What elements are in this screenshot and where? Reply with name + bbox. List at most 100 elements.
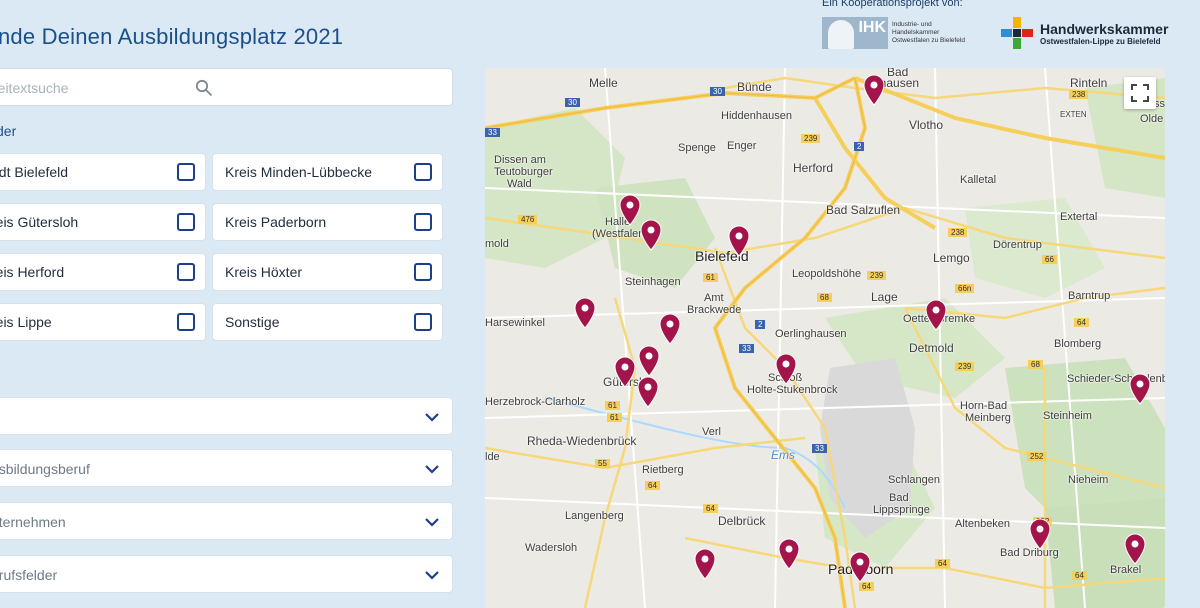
map-city-label: Detmold — [909, 341, 954, 355]
region-checkbox[interactable] — [177, 263, 195, 281]
dropdown-label: erufsfelder — [0, 567, 58, 583]
road-shield: 68 — [817, 293, 832, 302]
region-checkbox[interactable] — [414, 213, 432, 231]
map-marker-icon[interactable] — [637, 345, 661, 377]
region-kreis-lippe[interactable]: reis Lippe — [0, 303, 206, 341]
map-city-label: Blomberg — [1054, 338, 1102, 350]
map-marker-icon[interactable] — [777, 538, 801, 570]
hwk-emblem-icon — [1000, 16, 1034, 50]
map-city-label: lde — [485, 451, 500, 463]
map-city-label: Bad — [889, 492, 909, 504]
ihk-subtitle: Industrie- und Handelskammer Ostwestfale… — [892, 21, 965, 44]
fullscreen-button[interactable] — [1124, 77, 1156, 109]
dropdown-ort[interactable]: rt — [0, 397, 453, 435]
page-title: nde Deinen Ausbildungsplatz 2021 — [0, 24, 344, 49]
region-checkbox[interactable] — [414, 313, 432, 331]
map-city-label: Verl — [702, 426, 721, 438]
map-city-label: Bad Salzuflen — [826, 203, 901, 217]
hwk-subtitle: Ostwestfalen-Lippe zu Bielefeld — [1040, 36, 1161, 46]
region-section-label: der — [0, 123, 17, 139]
map-city-label: EXTEN — [1060, 110, 1087, 119]
hwk-name: Handwerkskammer — [1040, 20, 1169, 37]
search-input[interactable] — [0, 69, 195, 107]
map-marker-icon[interactable] — [924, 299, 948, 331]
chevron-down-icon[interactable] — [424, 515, 440, 533]
ihk-logo-text: IHK — [858, 19, 886, 36]
chevron-down-icon[interactable] — [424, 462, 440, 480]
fullscreen-icon — [1131, 84, 1149, 102]
map-city-label: Dörentrup — [993, 239, 1042, 251]
map-marker-icon[interactable] — [1128, 373, 1152, 405]
region-kreis-hoexter[interactable]: Kreis Höxter — [212, 253, 443, 291]
road-shield: 252 — [1027, 452, 1047, 461]
road-shield: 2 — [854, 142, 865, 151]
region-checkbox[interactable] — [177, 313, 195, 331]
region-label: reis Herford — [0, 264, 65, 280]
map-city-label: Brackwede — [687, 304, 742, 316]
map-city-label: Horn-Bad — [960, 400, 1008, 412]
region-kreis-guetersloh[interactable]: reis Gütersloh — [0, 203, 206, 241]
map-marker-icon[interactable] — [774, 353, 798, 385]
map-marker-icon[interactable] — [727, 225, 751, 257]
road-shield: 2 — [755, 320, 766, 329]
region-kreis-minden-luebbecke[interactable]: Kreis Minden-Lübbecke — [212, 153, 443, 191]
map-marker-icon[interactable] — [693, 548, 717, 580]
region-kreis-paderborn[interactable]: Kreis Paderborn — [212, 203, 443, 241]
map-marker-icon[interactable] — [848, 551, 872, 583]
map-city-label: Langenberg — [565, 510, 624, 522]
ihk-emblem: IHK — [822, 17, 888, 49]
hwk-logo[interactable]: Handwerkskammer Ostwestfalen-Lippe zu Bi… — [1000, 16, 1168, 50]
map[interactable]: Melle Bünde Bad ynhausen Rinteln Hiddenh… — [485, 68, 1165, 608]
map-river-label: Ems — [771, 448, 795, 462]
map-city-label: Lage — [871, 290, 898, 304]
map-city-label: mold — [485, 238, 509, 250]
road-shield: 64 — [935, 559, 950, 568]
map-city-label: Rinteln — [1070, 76, 1108, 90]
map-marker-icon[interactable] — [862, 74, 886, 106]
ihk-logo[interactable]: IHK Industrie- und Handelskammer Ostwest… — [822, 17, 978, 49]
region-label: reis Lippe — [0, 314, 52, 330]
road-shield: 238 — [948, 228, 968, 237]
search-box[interactable] — [0, 68, 453, 107]
road-shield: 64 — [1072, 571, 1087, 580]
road-shield: 30 — [710, 87, 725, 96]
region-stadt-bielefeld[interactable]: adt Bielefeld — [0, 153, 206, 191]
chevron-down-icon[interactable] — [424, 410, 440, 428]
road-shield: 30 — [565, 98, 580, 107]
region-kreis-herford[interactable]: reis Herford — [0, 253, 206, 291]
map-marker-icon[interactable] — [1028, 518, 1052, 550]
dropdown-berufsfelder[interactable]: erufsfelder — [0, 555, 453, 593]
map-city-label: Hiddenhausen — [721, 110, 792, 122]
map-city-label: Extertal — [1060, 211, 1098, 223]
region-checkbox[interactable] — [414, 263, 432, 281]
region-checkbox[interactable] — [177, 163, 195, 181]
map-marker-icon[interactable] — [658, 313, 682, 345]
chevron-down-icon[interactable] — [424, 568, 440, 586]
map-marker-icon[interactable] — [573, 297, 597, 329]
road-shield: 238 — [1069, 90, 1089, 99]
dropdown-ausbildungsberuf[interactable]: usbildungsberuf — [0, 449, 453, 487]
map-city-label: Schlangen — [888, 474, 940, 486]
map-marker-icon[interactable] — [639, 219, 663, 251]
road-shield: 64 — [859, 582, 874, 591]
road-shield: 68 — [1028, 360, 1043, 369]
search-icon[interactable] — [195, 79, 213, 102]
map-city-label: Harsewinkel — [485, 317, 545, 329]
map-city-label: Herzebrock-Clarholz — [485, 396, 586, 408]
map-marker-icon[interactable] — [613, 356, 637, 388]
region-checkbox[interactable] — [177, 213, 195, 231]
map-marker-icon[interactable] — [1123, 533, 1147, 565]
map-city-label: Dissen am — [494, 154, 546, 166]
map-city-label: Wald — [507, 178, 532, 190]
road-shield: 55 — [595, 459, 610, 468]
map-city-label: Meinberg — [965, 412, 1011, 424]
region-checkbox[interactable] — [414, 163, 432, 181]
map-city-label: Leopoldshöhe — [792, 268, 862, 280]
map-city-label: Rheda-Wiedenbrück — [527, 434, 637, 448]
map-city-label: Vlotho — [909, 118, 944, 132]
map-city-label: Herford — [793, 161, 834, 175]
dropdown-unternehmen[interactable]: nternehmen — [0, 502, 453, 540]
map-city-label: Brakel — [1110, 564, 1142, 576]
map-marker-icon[interactable] — [636, 376, 660, 408]
region-sonstige[interactable]: Sonstige — [212, 303, 443, 341]
